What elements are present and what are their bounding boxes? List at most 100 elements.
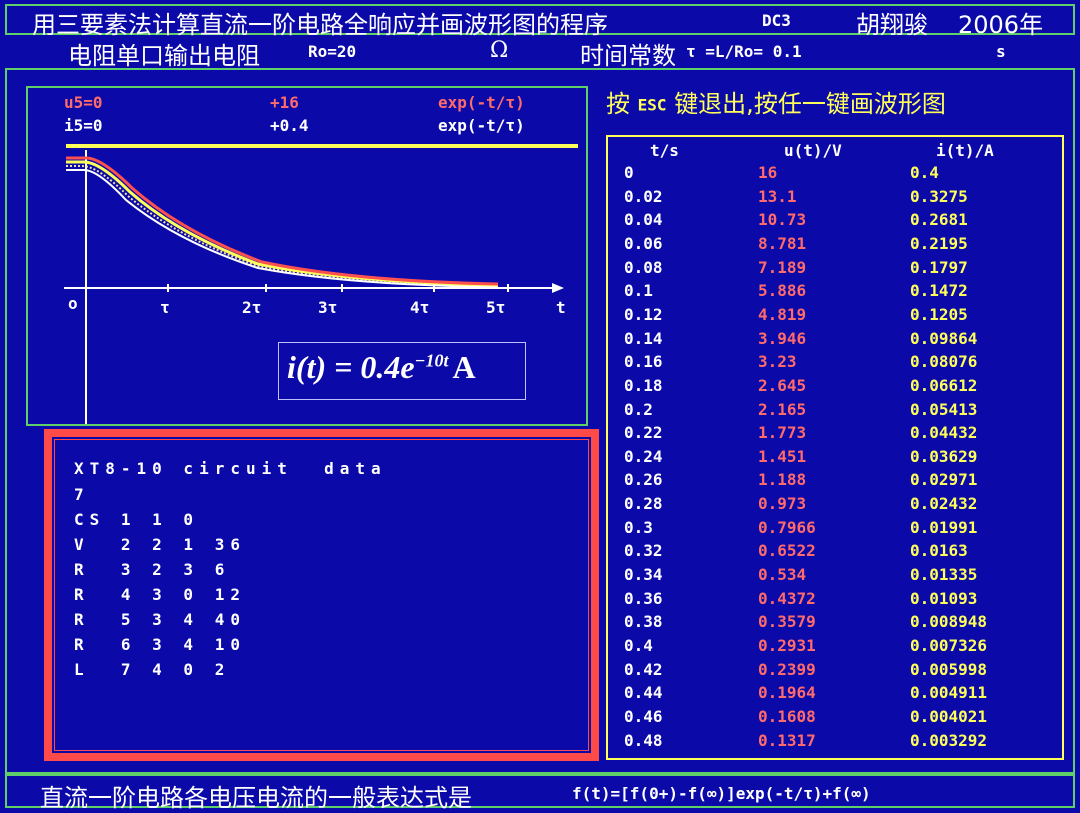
table-cell: 0.1608 <box>758 706 816 726</box>
table-cell: 0.4 <box>624 636 653 655</box>
circuit-line: R 6 3 4 10 <box>74 635 246 654</box>
table-cell: 0.36 <box>624 588 663 608</box>
table-cell: 0.01093 <box>910 588 978 608</box>
table-cell: 3.946 <box>758 328 807 348</box>
table-row: 0.38 0.3579 0.008948 <box>608 612 1062 636</box>
column-header: t/s <box>650 141 679 160</box>
circuit-line: CS 1 1 0 <box>74 510 200 529</box>
table-cell: 0.32 <box>624 541 663 561</box>
table-cell: 1.188 <box>758 470 807 490</box>
table-row: 0.36 0.4372 0.01093 <box>608 589 1062 613</box>
origin-label: o <box>68 294 78 313</box>
table-cell: 0.2195 <box>910 233 968 253</box>
table-row: 0.12 4.819 0.1205 <box>608 305 1062 329</box>
table-cell: 2.645 <box>758 375 807 395</box>
table-cell: 0.1 <box>624 281 653 301</box>
table-cell: 7.189 <box>758 257 807 277</box>
footer-formula: f(t)=[f(0+)-f(∞)]exp(-t/τ)+f(∞) <box>572 784 871 803</box>
table-row: 0.06 8.781 0.2195 <box>608 234 1062 258</box>
table-cell: 0.14 <box>624 328 663 348</box>
year: 2006年 <box>958 5 1043 40</box>
formula-unit: A <box>452 349 476 385</box>
table-cell: 0.3275 <box>910 186 968 206</box>
table-row: 0.34 0.534 0.01335 <box>608 565 1062 589</box>
tau-value: τ =L/Ro= 0.1 <box>686 42 802 61</box>
formula-box: i(t) = 0.4e−10t A <box>278 342 526 400</box>
table-row: 0.28 0.973 0.02432 <box>608 494 1062 518</box>
table-cell: 0.005998 <box>910 659 988 679</box>
table-row: 0.04 10.73 0.2681 <box>608 210 1062 234</box>
table-cell: 0.06 <box>624 233 663 253</box>
tick-label-3: 3τ <box>318 298 338 317</box>
table-row: 0.46 0.1608 0.004021 <box>608 707 1062 731</box>
table-cell: 0.0163 <box>910 541 968 561</box>
table-cell: 3.23 <box>758 352 797 372</box>
table-cell: 4.819 <box>758 304 807 324</box>
table-cell: 0.004911 <box>910 683 988 703</box>
i-exp: exp(-t/τ) <box>438 116 525 135</box>
table-cell: 0.02971 <box>910 470 978 490</box>
x-axis-arrow-icon <box>552 283 564 293</box>
table-cell: 0.46 <box>624 706 663 726</box>
tick-label-4: 4τ <box>410 298 430 317</box>
table-cell: 0.2399 <box>758 659 816 679</box>
u-amplitude: +16 <box>270 93 299 112</box>
table-row: 0.48 0.1317 0.003292 <box>608 731 1062 755</box>
table-cell: 0.09864 <box>910 328 978 348</box>
table-cell: 0.02 <box>624 186 663 206</box>
table-cell: 0.06612 <box>910 375 978 395</box>
table-cell: 0.004021 <box>910 706 988 726</box>
second-unit: s <box>996 42 1006 61</box>
tick-label-5: 5τ <box>486 298 506 317</box>
author-name: 胡翔骏 <box>856 11 928 39</box>
table-cell: 0.003292 <box>910 730 988 750</box>
table-row: 0 16 0.4 <box>608 163 1062 187</box>
window-title: 用三要素法计算直流一阶电路全响应并画波形图的程序 <box>32 11 608 39</box>
table-cell: 0.01335 <box>910 565 978 585</box>
t-axis-label: t <box>556 298 566 317</box>
circuit-line: 7 <box>74 485 90 504</box>
table-cell: 1.451 <box>758 446 807 466</box>
table-row: 0.02 13.1 0.3275 <box>608 187 1062 211</box>
table-cell: 0.6522 <box>758 541 816 561</box>
formula-lhs: i(t) = 0.4e <box>287 349 415 385</box>
table-cell: 16 <box>758 163 778 182</box>
footer-label: 直流一阶电路各电压电流的一般表达式是 <box>40 784 472 812</box>
table-cell: 0.03629 <box>910 446 978 466</box>
table-cell: 0.973 <box>758 494 807 514</box>
table-cell: 1.773 <box>758 423 807 443</box>
ohm-unit: Ω <box>490 38 509 63</box>
table-cell: 0.1964 <box>758 683 816 703</box>
table-cell: 0.3579 <box>758 612 816 632</box>
table-cell: 0.08076 <box>910 352 978 372</box>
esc-key-label: ESC <box>637 95 667 115</box>
program-code: DC3 <box>762 11 791 30</box>
table-cell: 0.08 <box>624 257 663 277</box>
table-row: 0.26 1.188 0.02971 <box>608 470 1062 494</box>
table-cell: 0.42 <box>624 659 663 679</box>
resistance-label: 电阻单口输出电阻 <box>68 42 260 70</box>
table-cell: 0.04 <box>624 210 663 230</box>
table-cell: 8.781 <box>758 233 807 253</box>
column-header: u(t)/V <box>784 141 842 160</box>
formula-exponent: −10t <box>414 350 449 371</box>
table-row: 0.4 0.2931 0.007326 <box>608 636 1062 660</box>
table-row: 0.16 3.23 0.08076 <box>608 352 1062 376</box>
table-row: 0.14 3.946 0.09864 <box>608 329 1062 353</box>
table-cell: 0.28 <box>624 494 663 514</box>
circuit-panel: XT8-10 circuit data 7 CS 1 1 0 V 2 2 1 3… <box>44 429 599 761</box>
table-cell: 0.7966 <box>758 517 816 537</box>
circuit-line: R 5 3 4 40 <box>74 610 246 629</box>
table-cell: 0.007326 <box>910 636 988 655</box>
table-cell: 0.1797 <box>910 257 968 277</box>
year-text: 2006年 <box>958 11 1044 39</box>
table-row: 0.22 1.773 0.04432 <box>608 423 1062 447</box>
prompt-after: 键退出,按任一键画波形图 <box>674 90 946 118</box>
i-label: i5=0 <box>64 116 103 135</box>
table-row: 0.2 2.165 0.05413 <box>608 400 1062 424</box>
table-cell: 0.2931 <box>758 636 816 655</box>
circuit-line: XT8-10 circuit data <box>74 459 387 478</box>
table-cell: 0.22 <box>624 423 663 443</box>
table-row: 0.3 0.7966 0.01991 <box>608 518 1062 542</box>
table-cell: 0.2 <box>624 399 653 419</box>
